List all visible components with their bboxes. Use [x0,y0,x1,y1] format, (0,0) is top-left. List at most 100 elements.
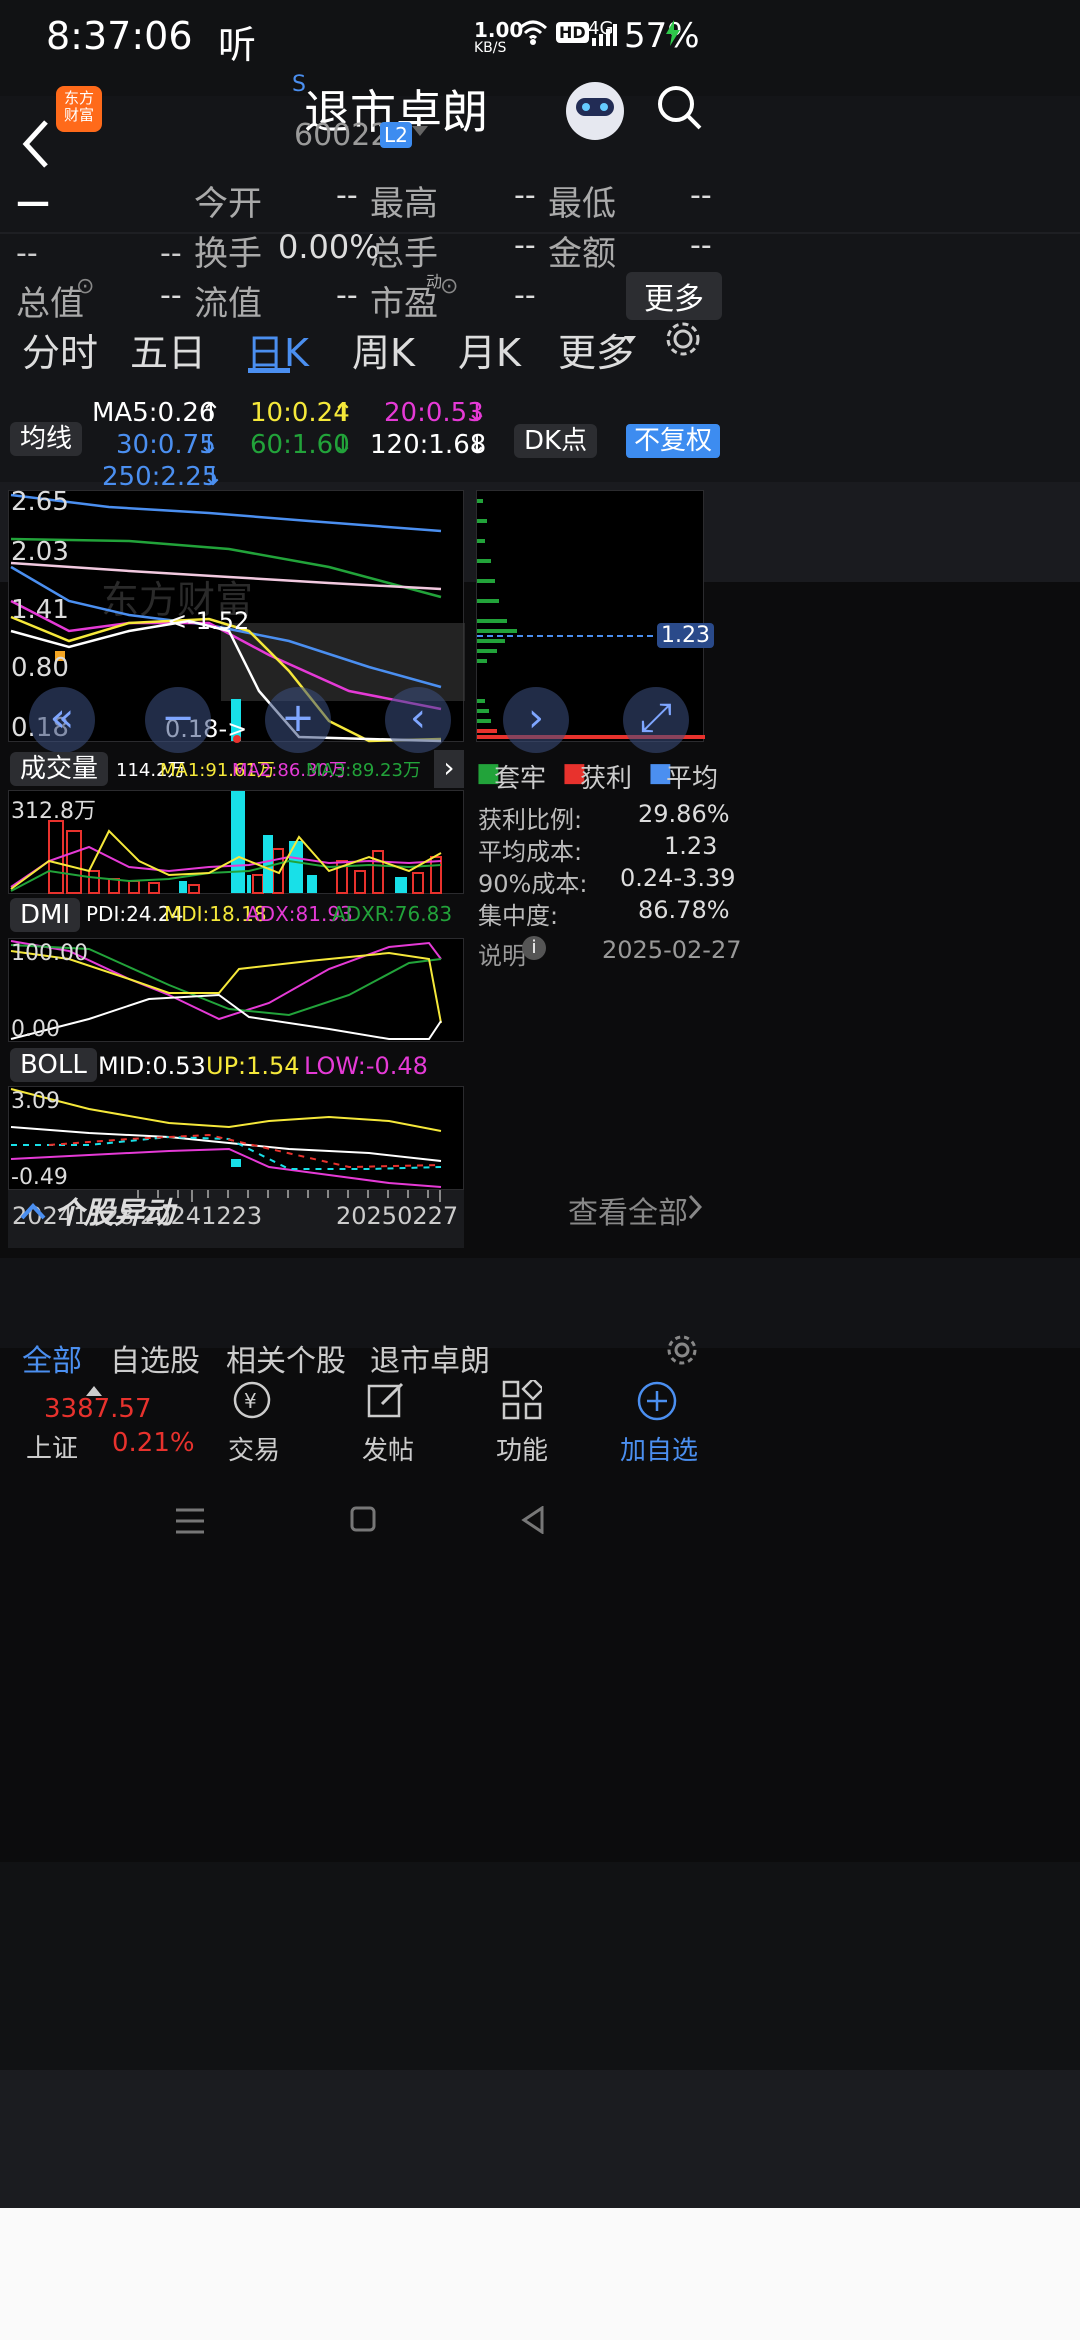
market-cap-value: -- [160,278,182,313]
status-time: 8:37:06 [46,14,193,58]
ma-dropdown[interactable]: 均线 [10,422,83,456]
expand-icon[interactable]: ⤢ [623,687,689,753]
index-change-pct: 0.21% [112,1428,195,1458]
view-all-link[interactable]: 查看全部 [568,1188,688,1232]
y-axis-label: 1.41 [11,595,69,625]
arrow-up-icon: ↑ [332,398,354,428]
legend-average: 平均 [666,764,719,794]
volume-indicator-dropdown[interactable]: 成交量 [10,752,109,786]
hd-badge: HD [556,22,589,43]
home-icon[interactable] [350,1506,376,1532]
signal-icon [592,24,617,46]
ma250-line [10,493,442,533]
dropdown-icon[interactable] [412,126,428,138]
post-edit-icon[interactable] [366,1380,406,1420]
nav-add-watchlist[interactable]: 加自选 [620,1430,698,1467]
amount-label: 金额 [548,234,616,274]
status-bar: 8:37:06 听 1.00 KB/S HD 4G 57% [0,0,1080,96]
abnormal-section-header[interactable]: 个股异动 查看全部 [0,1194,1080,1348]
chart-area: MA5:0.26 ↑ 10:0.24 ↑ 20:0.53 ↓ 均线 30:0.75 ↓ … [0,398,1080,1862]
dk-point-dropdown[interactable]: DK点 [514,424,598,458]
filter-stock[interactable]: 退市卓朗 [370,1336,490,1380]
market-cap-label: 总值 [16,284,84,324]
menu-icon[interactable] [176,1508,204,1534]
price-change: -- [16,236,38,271]
info-icon[interactable]: i [522,936,546,960]
wifi-icon [518,20,548,45]
arrow-up-icon: ↑ [200,398,222,428]
add-watchlist-icon[interactable] [636,1380,678,1422]
kline-panel[interactable]: 东方财富 2.65 2.03 1.41 0.80 0.18 <-1.52 0.1… [8,487,465,753]
chevron-right-icon[interactable]: › [434,750,464,788]
boll-indicator-dropdown[interactable]: BOLL [10,1048,97,1082]
trade-yen-icon[interactable]: ¥ [230,1380,274,1420]
boll-panel[interactable]: 3.09 -0.49 [8,1086,464,1190]
float-cap-value: -- [336,278,358,313]
tab-five-day[interactable]: 五日 [130,322,206,377]
back-triangle-icon[interactable] [520,1506,546,1534]
volume-panel[interactable]: 312.8万 [8,790,464,894]
date-label: 20250227 [336,1202,459,1230]
y-axis-label: 2.65 [11,487,69,517]
filter-watchlist[interactable]: 自选股 [110,1336,200,1380]
note-label[interactable]: 说明 [478,936,526,971]
chip-bars-trapped [477,499,517,723]
cost90-value: 0.24-3.39 [620,864,736,892]
chevron-right-icon[interactable]: › [503,687,569,753]
chevron-up-icon[interactable] [20,1202,46,1220]
volume-value: -- [514,228,536,263]
robot-assistant-icon[interactable] [566,82,624,140]
index-value[interactable]: 3387.57 [44,1394,152,1424]
cost90-label: 90%成本: [478,870,588,898]
amount-value: -- [690,228,712,263]
functions-grid-icon[interactable] [502,1380,542,1420]
scroll-left-icon[interactable]: ‹ [385,687,451,753]
stock-header: 东方 财富 S 退市卓朗 600225 L2 [0,72,1080,232]
settings-gear-icon[interactable] [666,1334,698,1366]
boll-up: UP:1.54 [206,1052,300,1080]
zoom-out-icon[interactable]: − [145,687,211,753]
chevron-right-icon[interactable] [688,1194,702,1220]
filter-related[interactable]: 相关个股 [226,1336,346,1380]
high-value: -- [514,178,536,213]
net-speed: 1.00 [474,18,524,42]
ma250-label: 250:2.25 [102,462,219,492]
turnover-value: 0.00% [278,228,380,266]
scroll-left-fast-icon[interactable]: « [29,687,95,753]
tab-monthly-k[interactable]: 月K [458,322,521,377]
filter-all[interactable]: 全部 [22,1336,82,1380]
tab-weekly-k[interactable]: 周K [352,322,415,377]
pe-value: -- [514,278,536,313]
info-icon[interactable]: ⊙ [76,274,94,299]
more-button[interactable]: 更多 [626,272,722,320]
zoom-in-icon[interactable]: + [265,687,331,753]
open-value: -- [336,178,358,213]
settings-gear-icon[interactable] [664,320,702,358]
avg-cost-value: 1.23 [664,832,718,860]
y-axis-label: 2.03 [11,537,69,567]
info-icon[interactable]: ⊙ [440,274,458,299]
nav-trade[interactable]: 交易 [228,1430,280,1467]
tab-intraday[interactable]: 分时 [22,322,98,377]
avg-cost-label: 平均成本: [478,838,583,866]
tab-more[interactable]: 更多 [558,322,634,377]
legend-profit: 获利 [580,764,633,794]
nav-functions[interactable]: 功能 [496,1430,548,1467]
arrow-down-icon: ↓ [466,430,488,460]
y-axis-label: 3.09 [11,1089,60,1114]
boll-chart [10,1088,442,1188]
average-cost-tag: 1.23 [657,623,714,648]
price-change-pct: -- [160,236,182,271]
nav-post[interactable]: 发帖 [362,1430,414,1467]
search-icon[interactable] [656,84,702,132]
dmi-panel[interactable]: 100.00 0.00 [8,938,464,1042]
l2-badge[interactable]: L2 [380,122,412,148]
arrow-down-icon: ↓ [198,430,220,460]
index-name[interactable]: 上证 [26,1428,78,1465]
dmi-indicator-dropdown[interactable]: DMI [10,898,81,932]
arrow-down-icon: ↓ [466,398,488,428]
y-axis-label: 312.8万 [11,799,96,824]
back-icon[interactable] [16,116,56,172]
chip-distribution-panel[interactable]: 1.23 › ⤢ [476,490,714,753]
adjust-mode-button[interactable]: 不复权 [626,424,721,458]
